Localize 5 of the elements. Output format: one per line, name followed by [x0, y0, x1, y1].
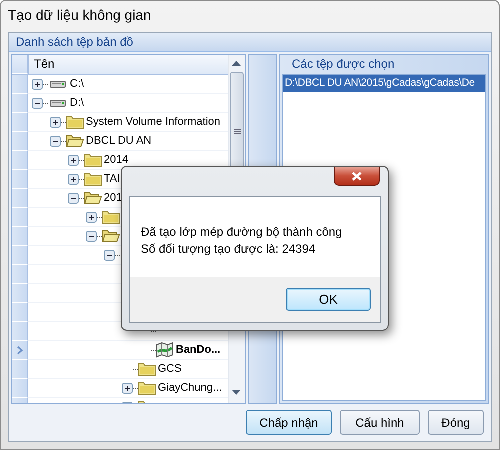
message-text: Đã tạo lớp mép đường bộ thành công: [141, 224, 344, 241]
panel-header: Các tệp được chọn: [291, 56, 396, 73]
window-title: Tạo dữ liệu không gian: [7, 6, 152, 25]
message-text: Số đối tượng tạo được là: 24394: [141, 241, 317, 258]
group-header: Danh sách tệp bản đồ: [9, 33, 491, 52]
